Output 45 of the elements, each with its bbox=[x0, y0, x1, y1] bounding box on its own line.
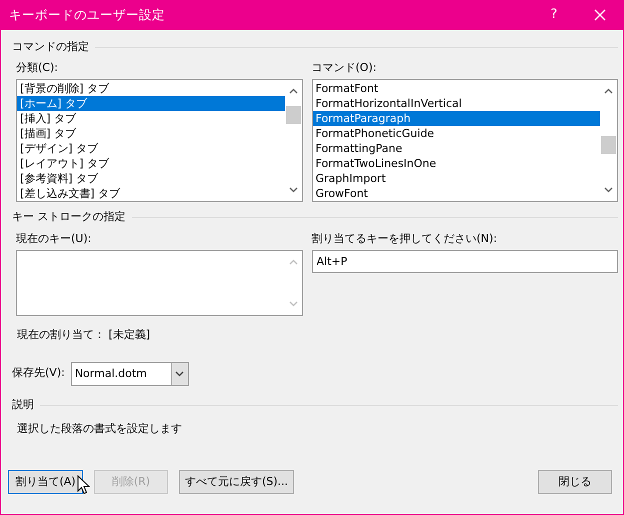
close-icon[interactable] bbox=[594, 9, 606, 21]
section-heading: キー ストロークの指定 bbox=[12, 209, 126, 226]
list-item[interactable]: FormatFont bbox=[312, 80, 600, 96]
field-label: コマンド(O): bbox=[312, 60, 378, 76]
action-button[interactable]: 割り当て(A) bbox=[8, 470, 83, 494]
mouse-pointer-icon bbox=[77, 475, 90, 495]
action-button[interactable]: すべて元に戻す(S)... bbox=[179, 470, 294, 494]
list-item[interactable]: [挿入] タブ bbox=[17, 110, 285, 126]
section-heading: コマンドの指定 bbox=[12, 38, 89, 55]
caret-icon[interactable] bbox=[170, 362, 188, 384]
close-dialog-button[interactable]: 閉じる bbox=[538, 470, 612, 494]
list-item[interactable]: GraphImport bbox=[312, 170, 600, 186]
description-text: 選択した段落の書式を設定します bbox=[16, 420, 183, 436]
list-item[interactable]: FormatPhoneticGuide bbox=[312, 126, 600, 140]
list-item[interactable]: [ホーム] タブ bbox=[17, 96, 285, 110]
save-in-dropdown[interactable]: Normal.dotm bbox=[70, 362, 189, 386]
scroll-down-icon[interactable] bbox=[288, 186, 298, 192]
list-box[interactable]: FormatFont FormatHorizontalInVertical FormatParagraph FormatPhoneticGuide FormattingPane FormatTwoLinesInOne GraphImport GrowFont bbox=[312, 78, 618, 202]
dropdown-value: Normal.dotm bbox=[74, 366, 148, 382]
list-item[interactable]: FormattingPane bbox=[312, 140, 600, 156]
field-label: 分類(C): bbox=[16, 60, 59, 76]
current-assignment-text: 現在の割り当て： [未定義] bbox=[17, 327, 152, 343]
scrollbar-thumb[interactable] bbox=[286, 106, 301, 124]
list-item[interactable]: [差し込み文書] タブ bbox=[17, 186, 285, 200]
key-input-field[interactable]: Alt+P bbox=[312, 250, 618, 273]
list-box[interactable]: [背景の削除] タブ [ホーム] タブ [挿入] タブ [描画] タブ [デザイン] タブ [レイアウト] タブ [参考資料] タブ [差し込み文書] タブ bbox=[16, 78, 303, 202]
field-label: 保存先(V): bbox=[12, 365, 65, 382]
field-label: 現在のキー(U): bbox=[16, 230, 92, 246]
section-heading: 説明 bbox=[12, 397, 34, 414]
list-item[interactable]: [描画] タブ bbox=[17, 126, 285, 140]
list-item[interactable]: [デザイン] タブ bbox=[17, 140, 285, 156]
list-item[interactable]: GrowFont bbox=[312, 186, 600, 200]
scroll-down-icon[interactable] bbox=[604, 186, 613, 192]
list-item[interactable]: [参考資料] タブ bbox=[17, 170, 285, 186]
list-item[interactable]: [背景の削除] タブ bbox=[17, 80, 285, 96]
list-item[interactable]: FormatHorizontalInVertical bbox=[312, 96, 600, 110]
window-title: キーボードのユーザー設定 bbox=[9, 6, 166, 24]
help-button[interactable]: ? bbox=[531, 0, 577, 30]
scroll-up-icon[interactable] bbox=[604, 88, 613, 94]
list-item[interactable]: FormatParagraph bbox=[312, 110, 600, 126]
list-item[interactable]: [レイアウト] タブ bbox=[17, 156, 285, 170]
list-item[interactable]: FormatTwoLinesInOne bbox=[312, 156, 600, 170]
scrollbar-thumb[interactable] bbox=[601, 136, 616, 154]
scroll-up-icon[interactable] bbox=[288, 88, 298, 94]
field-label: 割り当てるキーを押してください(N): bbox=[312, 230, 498, 246]
